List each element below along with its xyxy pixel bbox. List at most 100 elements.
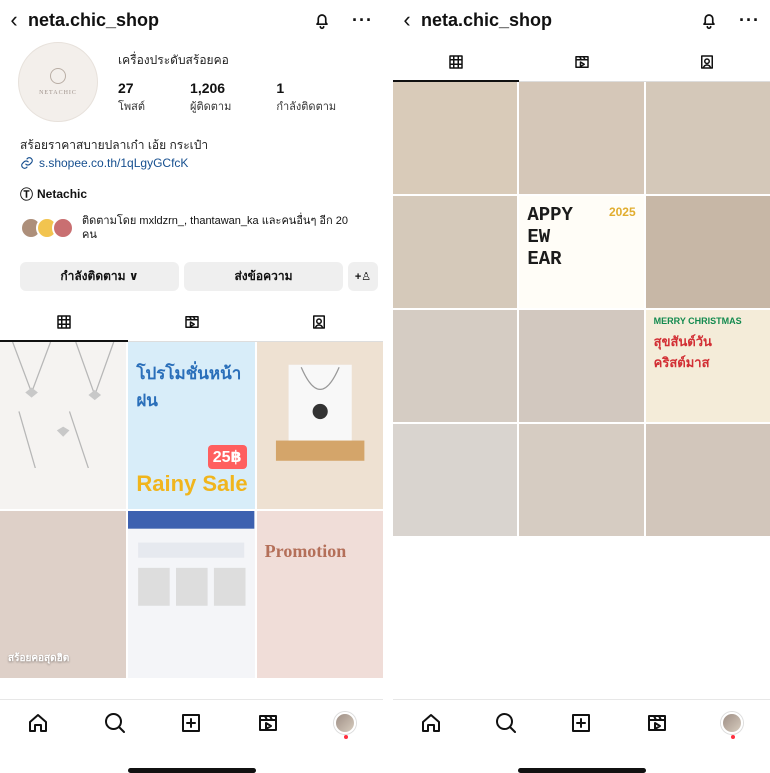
more-icon[interactable]: ··· [352,10,373,31]
screen-divider [385,0,391,773]
bell-icon[interactable] [312,10,332,30]
following-label: กำลังติดตาม [276,101,337,113]
back-icon[interactable]: ‹ [393,6,421,34]
necklace-collage-image [12,342,115,469]
tab-reels[interactable] [128,302,256,341]
search-icon [104,713,125,733]
followers-label: ผู้ติดตาม [190,101,232,113]
reels-icon [259,715,278,731]
tab-posts[interactable] [0,302,128,342]
profile-stats: 27 โพสต์ 1,206 ผู้ติดตาม 1 กำลังติดตาม [118,80,336,115]
following-stat[interactable]: 1 กำลังติดตาม [276,80,336,115]
newyear-year: 2025 [608,205,636,219]
post-tile[interactable] [256,342,383,509]
bell-icon[interactable] [699,10,719,30]
tab-reels[interactable] [519,42,645,81]
tagged-icon [313,314,326,329]
post-tile[interactable] [0,342,127,509]
threads-label: Netachic [37,186,88,201]
reels-icon [647,715,666,731]
profile-username: neta.chic_shop [28,9,160,30]
profile-icon [721,712,744,739]
home-tab[interactable] [418,710,444,736]
reels-tab[interactable] [644,710,670,736]
profile-icon [333,712,356,739]
home-icon [29,714,48,732]
following-button[interactable]: กำลังติดตาม ∨ [20,262,179,291]
create-icon [182,714,201,732]
followed-by[interactable]: ติดตามโดย mxldzrn_, thantawan_ka และคนอื… [20,214,362,242]
followers-count: 1,206 [190,80,226,96]
post-tile[interactable] [645,196,770,308]
post-tile[interactable] [393,424,518,536]
left-header: ‹ neta.chic_shop ··· [0,6,383,34]
link-icon [21,157,33,169]
create-tab[interactable] [568,710,594,736]
tab-tagged[interactable] [644,42,770,81]
right-post-grid: APPY EW EAR 2025 MERRY CHRISTMAS สุขสันต… [393,82,770,536]
threads-icon: Ⓣ [20,187,34,202]
christmas-thai-title: สุขสันต์วันคริสต์มาส [653,334,712,370]
display-name: เครื่องประดับสร้อยคอ [118,53,229,67]
post-tile[interactable] [519,424,644,536]
profile-bio: สร้อยราคาสบายปลาเก๋า เอ้ย กระเป๋า [20,138,209,152]
post-tile[interactable]: สร้อยคอสุดฮิต [0,511,127,678]
posts-count: 27 [118,80,134,96]
post-tile[interactable]: MERRY CHRISTMAS สุขสันต์วันคริสต์มาส [645,310,770,422]
post-tile[interactable] [519,82,644,194]
create-icon [572,714,591,732]
post-tile[interactable] [128,511,255,678]
right-bottom-nav [393,699,770,773]
followed-by-text: ติดตามโดย mxldzrn_, thantawan_ka และคนอื… [82,215,348,241]
add-friend-button[interactable]: +♙ [348,262,378,291]
post-tile[interactable]: โปรโมชั่นหน้าฝน 25฿ Rainy Sale [128,342,255,509]
threads-badge[interactable]: Ⓣ Netachic [20,184,87,203]
profile-link[interactable]: s.shopee.co.th/1qLgyGCfcK [20,156,188,170]
profile-tab[interactable] [719,710,745,739]
message-button[interactable]: ส่งข้อความ [184,262,343,291]
left-profile-tabs [0,302,383,342]
post-tile[interactable]: Promotion [256,511,383,678]
posts-label: โพสต์ [118,101,146,113]
home-tab[interactable] [25,710,51,736]
christmas-title: MERRY CHRISTMAS [653,316,742,326]
following-count: 1 [276,80,285,96]
grid-icon [449,54,463,69]
search-icon [496,713,517,733]
left-bottom-nav [0,699,383,773]
reels-icon [184,315,199,328]
profile-username: neta.chic_shop [421,9,553,30]
post-tile[interactable] [645,82,770,194]
home-indicator [517,768,646,773]
posts-stat[interactable]: 27 โพสต์ [118,80,145,115]
promotion-label: Promotion [264,541,347,561]
tab-tagged[interactable] [255,302,383,341]
home-icon [421,714,440,732]
right-profile-screen: ‹ neta.chic_shop ··· APPY EW EAR 2025 ME… [393,0,770,773]
post-tile[interactable] [393,82,518,194]
profile-picture[interactable]: NETACHIC [18,42,98,122]
collage-label: สร้อยคอสุดฮิต [8,653,70,664]
post-tile[interactable] [519,310,644,422]
followers-stat[interactable]: 1,206 ผู้ติดตาม [190,80,231,115]
back-icon[interactable]: ‹ [0,6,28,34]
search-tab[interactable] [493,710,519,736]
left-profile-screen: ‹ neta.chic_shop ··· NETACHIC เครื่องประ… [0,0,383,773]
search-tab[interactable] [102,710,128,736]
reels-tab[interactable] [255,710,281,736]
brand-logo-icon [50,68,66,84]
more-icon[interactable]: ··· [739,10,760,31]
post-tile[interactable] [393,196,518,308]
post-tile[interactable] [393,310,518,422]
post-tile[interactable] [645,424,770,536]
follower-avatars [20,217,74,239]
tab-posts[interactable] [393,42,519,82]
profile-actions: กำลังติดตาม ∨ ส่งข้อความ +♙ [20,262,378,291]
brand-logo-text: NETACHIC [39,90,77,96]
create-tab[interactable] [178,710,204,736]
post-tile[interactable]: APPY EW EAR 2025 [519,196,644,308]
profile-tab[interactable] [332,710,358,739]
promo-price: 25฿ [207,445,247,469]
necklace-photo [275,364,365,461]
right-header: ‹ neta.chic_shop ··· [393,6,770,34]
